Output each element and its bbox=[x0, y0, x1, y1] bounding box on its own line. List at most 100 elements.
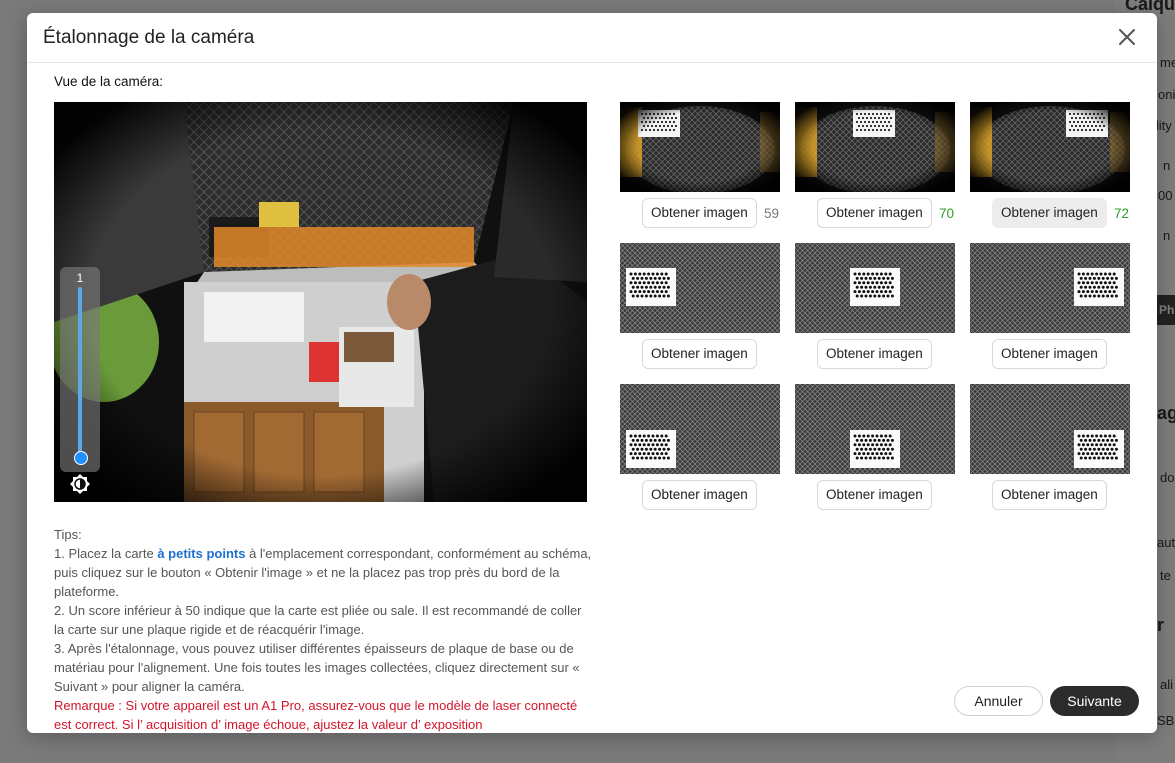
calibration-dot bbox=[1112, 443, 1116, 447]
calibration-dot bbox=[1086, 434, 1090, 438]
calibration-dot bbox=[1079, 456, 1083, 460]
calibration-dot bbox=[1095, 290, 1099, 294]
calibration-dot bbox=[640, 456, 644, 460]
calibration-dot bbox=[864, 456, 868, 460]
calibration-dot bbox=[866, 434, 870, 438]
capture-image-button[interactable]: Obtener imagen bbox=[642, 480, 757, 510]
calibration-dot bbox=[873, 456, 877, 460]
calibration-dot bbox=[1077, 290, 1081, 294]
calibration-dot bbox=[1088, 285, 1092, 289]
capture-image-button[interactable]: Obtener imagen bbox=[992, 339, 1107, 369]
calibration-dot bbox=[855, 447, 859, 451]
calibration-dot bbox=[1099, 281, 1103, 285]
capture-score: 72 bbox=[1114, 206, 1130, 221]
calibration-dot bbox=[875, 272, 879, 276]
exposure-slider[interactable]: 1 bbox=[60, 267, 100, 472]
calibration-dot bbox=[868, 447, 872, 451]
calibration-dot bbox=[882, 276, 886, 280]
calibration-dot bbox=[653, 447, 657, 451]
calibration-dot bbox=[1079, 294, 1083, 298]
calibration-dot bbox=[855, 456, 859, 460]
calibration-dot bbox=[879, 452, 883, 456]
calibration-dot bbox=[1081, 281, 1085, 285]
calibration-dot bbox=[875, 290, 879, 294]
calibration-dot bbox=[886, 447, 890, 451]
calibration-dot bbox=[660, 281, 664, 285]
calibration-dot bbox=[884, 452, 888, 456]
capture-image-button[interactable]: Obtener imagen bbox=[817, 480, 932, 510]
calibration-dot bbox=[1077, 281, 1081, 285]
exposure-track[interactable] bbox=[78, 287, 82, 457]
capture-image-button[interactable]: Obtener imagen bbox=[992, 198, 1107, 228]
calibration-dot bbox=[1108, 434, 1112, 438]
calibration-dot bbox=[1090, 452, 1094, 456]
cancel-button[interactable]: Annuler bbox=[954, 686, 1043, 716]
calibration-dot bbox=[875, 452, 879, 456]
calibration-dot bbox=[890, 447, 894, 451]
calibration-dot bbox=[884, 290, 888, 294]
tips-heading: Tips: bbox=[54, 527, 82, 542]
calibration-dot bbox=[642, 281, 646, 285]
calibration-dot bbox=[629, 281, 633, 285]
capture-image-button[interactable]: Obtener imagen bbox=[992, 480, 1107, 510]
dot-card-link[interactable]: à petits points bbox=[157, 546, 245, 561]
calibration-dot bbox=[1086, 281, 1090, 285]
calibration-dot bbox=[888, 452, 892, 456]
calibration-dot bbox=[1079, 438, 1083, 442]
calibration-dot bbox=[1079, 285, 1083, 289]
close-icon[interactable] bbox=[1117, 27, 1137, 47]
next-button[interactable]: Suivante bbox=[1050, 686, 1139, 716]
calibration-dot bbox=[636, 276, 640, 280]
calibration-dot bbox=[1092, 276, 1096, 280]
calibration-dot bbox=[882, 294, 886, 298]
calibration-dot bbox=[882, 285, 886, 289]
calibration-dot bbox=[642, 434, 646, 438]
capture-score: 70 bbox=[939, 206, 955, 221]
calibration-dot bbox=[642, 290, 646, 294]
calibration-dot bbox=[647, 281, 651, 285]
calibration-dot bbox=[1099, 290, 1103, 294]
calibration-dot bbox=[1106, 456, 1110, 460]
calibration-dot bbox=[633, 443, 637, 447]
calibration-dot bbox=[653, 456, 657, 460]
calibration-dot bbox=[879, 272, 883, 276]
calibration-dot bbox=[877, 447, 881, 451]
calibration-dot bbox=[860, 438, 864, 442]
calibration-dot bbox=[866, 443, 870, 447]
calibration-dot bbox=[638, 443, 642, 447]
calibration-dot bbox=[853, 443, 857, 447]
calibration-dot bbox=[862, 443, 866, 447]
capture-image-button[interactable]: Obtener imagen bbox=[817, 198, 932, 228]
capture-image-button[interactable]: Obtener imagen bbox=[817, 339, 932, 369]
calibration-dot bbox=[866, 281, 870, 285]
calibration-dot bbox=[868, 276, 872, 280]
warning-note: Remarque : Si votre appareil est un A1 P… bbox=[54, 698, 578, 732]
calibration-dot bbox=[651, 281, 655, 285]
calibration-dot bbox=[871, 434, 875, 438]
calibration-dot bbox=[888, 443, 892, 447]
calibration-dot bbox=[868, 294, 872, 298]
calibration-dot bbox=[1101, 456, 1105, 460]
camera-view: 1 bbox=[54, 102, 587, 502]
calibration-dot bbox=[629, 452, 633, 456]
calibration-dot bbox=[649, 456, 653, 460]
capture-image-button[interactable]: Obtener imagen bbox=[642, 339, 757, 369]
calibration-dot bbox=[1081, 272, 1085, 276]
calibration-dot bbox=[1114, 447, 1118, 451]
calibration-dot bbox=[855, 438, 859, 442]
calibration-dot bbox=[890, 456, 894, 460]
calibration-dot bbox=[884, 434, 888, 438]
placement-guide bbox=[970, 384, 1130, 474]
calibration-dot bbox=[662, 456, 666, 460]
calibration-dot bbox=[864, 438, 868, 442]
calibration-dot bbox=[1110, 447, 1114, 451]
brightness-icon[interactable] bbox=[68, 472, 92, 496]
calibration-dot bbox=[640, 285, 644, 289]
exposure-slider-thumb[interactable] bbox=[74, 451, 88, 465]
calibration-dot bbox=[1086, 272, 1090, 276]
calibration-dot bbox=[1086, 452, 1090, 456]
calibration-dot bbox=[862, 281, 866, 285]
placement-guide bbox=[620, 243, 780, 333]
capture-image-button[interactable]: Obtener imagen bbox=[642, 198, 757, 228]
calibration-dot bbox=[638, 434, 642, 438]
